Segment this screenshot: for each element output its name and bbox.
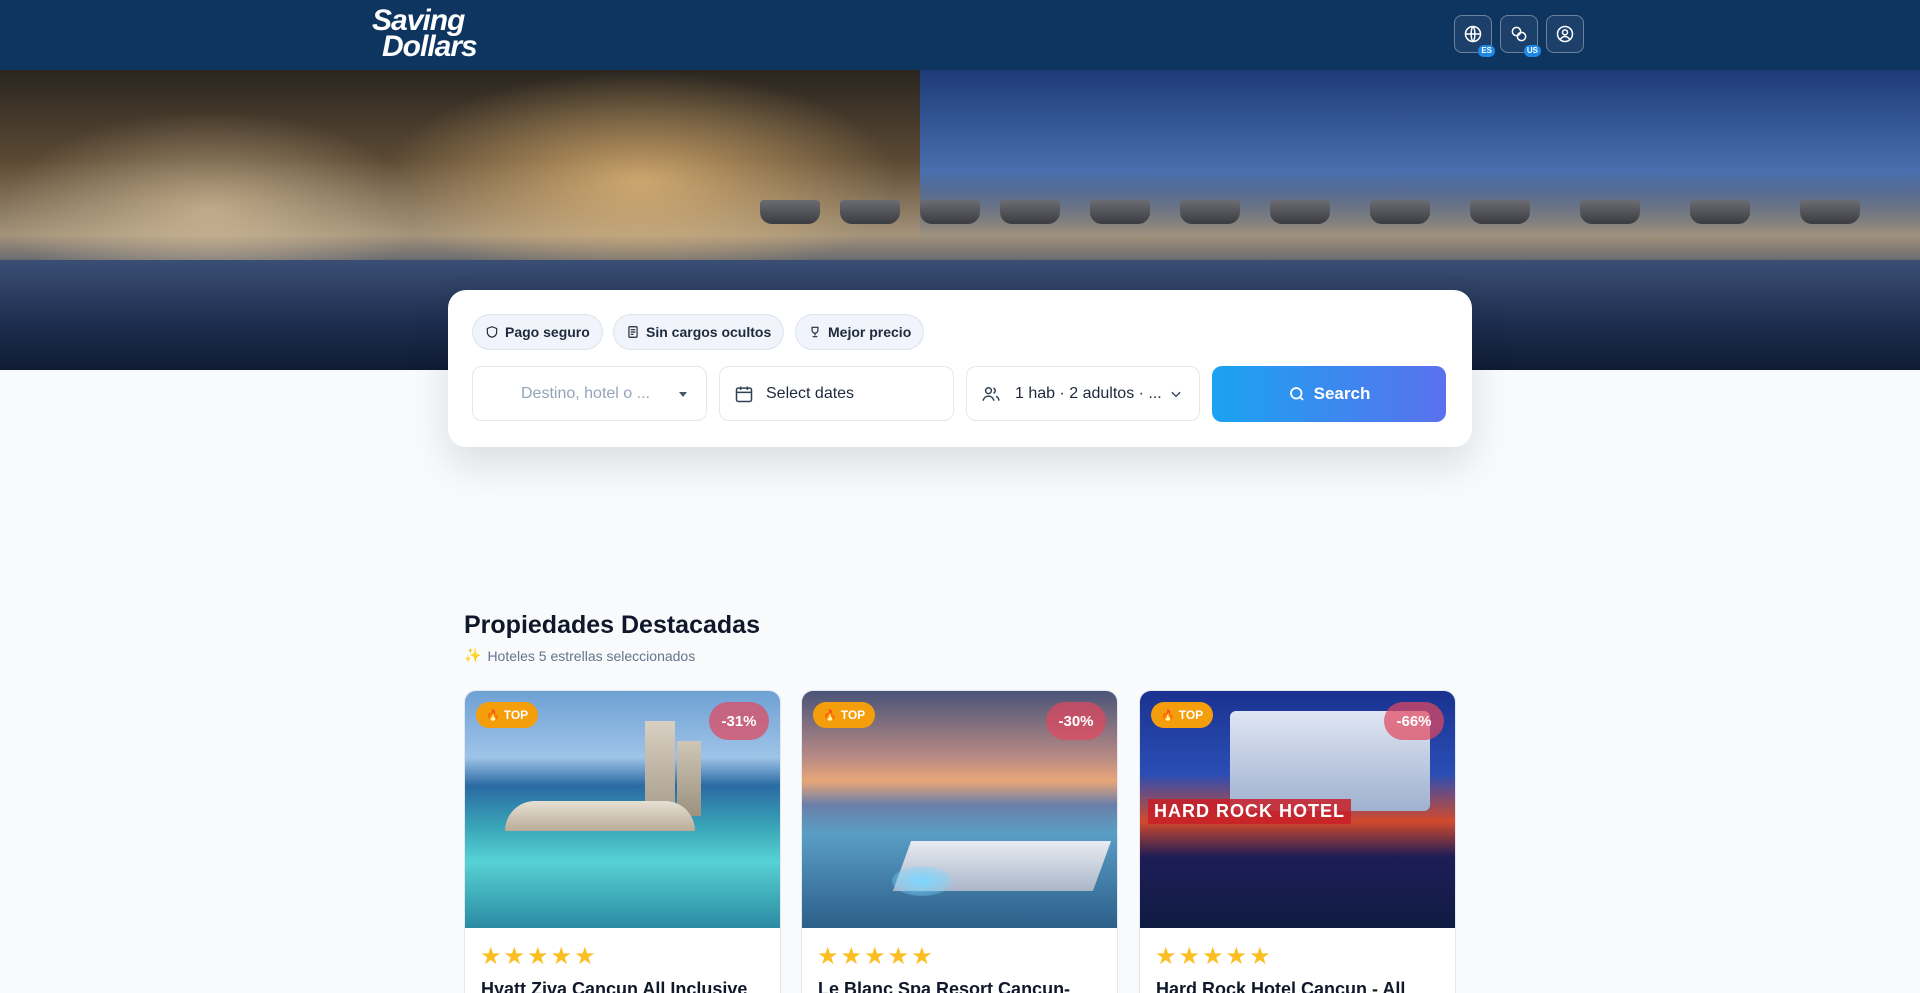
star-rating: ★ ★ ★ ★ ★ xyxy=(817,945,933,969)
shield-icon xyxy=(486,326,498,338)
account-button[interactable] xyxy=(1546,15,1584,53)
chip-secure-payment: Pago seguro xyxy=(472,314,603,350)
discount-badge: -30% xyxy=(1046,702,1106,740)
chevron-down-icon xyxy=(1171,391,1181,397)
star-icon: ★ xyxy=(550,943,573,970)
hotel-name[interactable]: Hard Rock Hotel Cancun - All xyxy=(1156,979,1446,993)
receipt-icon xyxy=(628,326,638,338)
chip-best-price: Mejor precio xyxy=(795,314,925,350)
star-rating: ★ ★ ★ ★ ★ xyxy=(1155,945,1271,969)
hero-lounger xyxy=(1800,200,1860,224)
sparkles-icon: ✨ xyxy=(464,647,482,663)
guests-label: 1 hab · 2 adultos · ... xyxy=(1015,384,1162,402)
star-icon: ★ xyxy=(527,943,549,970)
star-icon: ★ xyxy=(503,943,526,970)
hotel-card[interactable]: 🔥 TOP -30% ★ ★ ★ ★ ★ Le Blanc Spa Resort Canc… xyxy=(801,690,1118,993)
hero-lounger xyxy=(1370,200,1430,224)
destination-field[interactable]: Destino, hotel o ... xyxy=(472,366,707,421)
top-badge: 🔥 TOP xyxy=(1151,702,1214,728)
hero-lounger xyxy=(1470,200,1530,224)
destination-placeholder: Destino, hotel o ... xyxy=(521,384,650,402)
user-icon xyxy=(1556,25,1574,43)
logo-line-2: Dollars xyxy=(382,30,478,63)
star-icon: ★ xyxy=(817,943,839,970)
search-button[interactable]: Search xyxy=(1212,366,1446,422)
coins-icon xyxy=(1511,26,1527,42)
hotel-card[interactable]: 🔥 TOP -31% ★ ★ ★ ★ ★ Hyatt Ziva Cancun All In… xyxy=(464,690,781,993)
hero-lounger xyxy=(1690,200,1750,224)
hotel-card[interactable]: HARD ROCK HOTEL 🔥 TOP -66% ★ ★ ★ ★ ★ Hard Roc… xyxy=(1139,690,1456,993)
hero-light-center xyxy=(380,70,900,290)
discount-badge: -66% xyxy=(1384,702,1444,740)
star-rating: ★ ★ ★ ★ ★ xyxy=(480,945,596,969)
discount-badge: -31% xyxy=(709,702,769,740)
site-logo[interactable]: Saving Dollars xyxy=(372,6,478,63)
top-badge: 🔥 TOP xyxy=(476,702,539,728)
chip-no-hidden-fees: Sin cargos ocultos xyxy=(613,314,785,350)
hero-lounger xyxy=(1270,200,1330,224)
flame-icon: 🔥 xyxy=(1161,709,1175,722)
star-icon: ★ xyxy=(1178,943,1201,970)
hero-lounger xyxy=(840,200,900,224)
flame-icon: 🔥 xyxy=(823,709,837,722)
language-badge: ES xyxy=(1478,45,1495,57)
caret-down-icon xyxy=(679,391,687,397)
hero-lounger xyxy=(1180,200,1240,224)
top-badge-label: TOP xyxy=(1178,708,1204,722)
star-icon: ★ xyxy=(840,943,863,970)
pool-light xyxy=(892,866,952,896)
hero-lounger xyxy=(1580,200,1640,224)
featured-subtitle-text: Hoteles 5 estrellas seleccionados xyxy=(487,647,696,664)
search-icon xyxy=(1289,387,1304,401)
users-icon xyxy=(982,386,1000,401)
hotel-name[interactable]: Hyatt Ziva Cancun All Inclusive xyxy=(481,979,771,993)
top-badge-label: TOP xyxy=(503,708,529,722)
star-icon: ★ xyxy=(887,943,910,970)
hotel-building xyxy=(505,801,695,831)
star-icon: ★ xyxy=(1249,943,1271,970)
hero-lounger xyxy=(760,200,820,224)
top-navbar: Saving Dollars ES US xyxy=(0,0,1920,70)
globe-icon xyxy=(1464,25,1482,43)
guests-field[interactable]: 1 hab · 2 adultos · ... xyxy=(966,366,1200,421)
featured-section-subtitle: ✨ Hoteles 5 estrellas seleccionados xyxy=(464,647,695,664)
calendar-icon xyxy=(735,386,753,402)
search-button-label: Search xyxy=(1313,384,1371,403)
star-icon: ★ xyxy=(574,943,596,970)
star-icon: ★ xyxy=(1225,943,1248,970)
star-icon: ★ xyxy=(480,943,502,970)
chip-label: Pago seguro xyxy=(505,324,590,340)
hero-lounger xyxy=(1000,200,1060,224)
currency-button[interactable]: US xyxy=(1500,15,1541,57)
hero-lounger xyxy=(920,200,980,224)
dates-label: Select dates xyxy=(766,384,855,402)
currency-badge: US xyxy=(1523,45,1541,57)
dates-field[interactable]: Select dates xyxy=(719,366,954,421)
star-icon: ★ xyxy=(1202,943,1224,970)
hotel-name[interactable]: Le Blanc Spa Resort Cancun- xyxy=(818,979,1108,993)
flame-icon: 🔥 xyxy=(486,709,500,722)
chip-label: Sin cargos ocultos xyxy=(646,324,772,340)
trophy-icon xyxy=(811,326,819,338)
search-panel: Pago seguro Sin cargos ocultos Mejor pre… xyxy=(448,290,1472,447)
hero-lounger xyxy=(1090,200,1150,224)
featured-section-title: Propiedades Destacadas xyxy=(464,611,760,639)
top-badge-label: TOP xyxy=(840,708,866,722)
star-icon: ★ xyxy=(1155,943,1177,970)
star-icon: ★ xyxy=(911,943,933,970)
top-badge: 🔥 TOP xyxy=(813,702,876,728)
chip-label: Mejor precio xyxy=(828,324,912,340)
hotel-sign: HARD ROCK HOTEL xyxy=(1148,799,1351,824)
star-icon: ★ xyxy=(864,943,886,970)
language-button[interactable]: ES xyxy=(1454,15,1495,57)
